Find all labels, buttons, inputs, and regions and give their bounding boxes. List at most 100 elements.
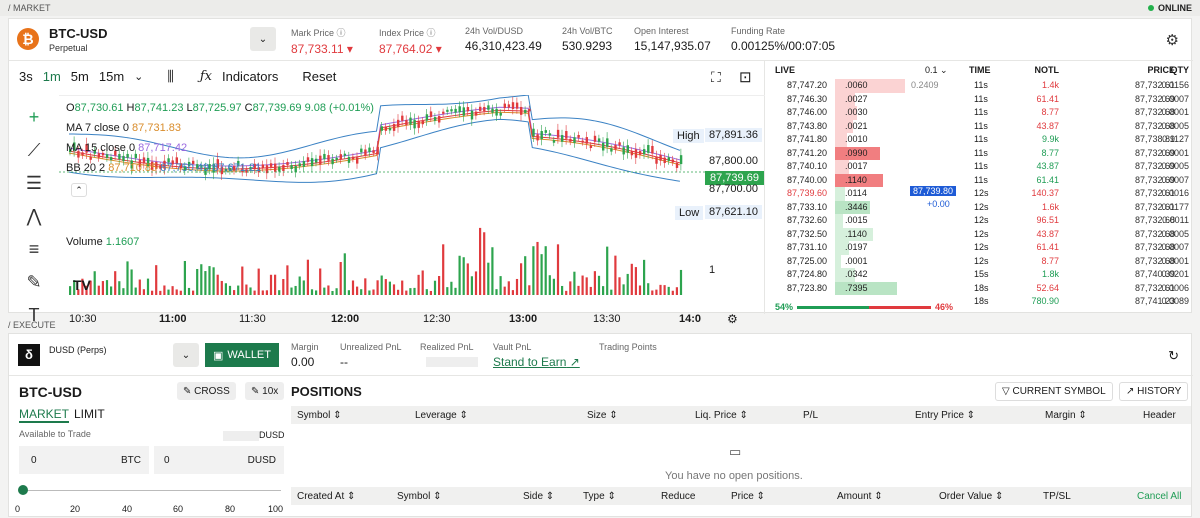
orders-col-header[interactable]: Type ⇕ <box>583 491 616 502</box>
ask-row[interactable]: 87,746.00 .0030 <box>775 106 961 120</box>
indicators-fx-icon[interactable]: ƒx <box>200 69 212 84</box>
orders-col-header[interactable]: TP/SL <box>1043 491 1071 502</box>
reset-button[interactable]: Reset <box>302 69 336 84</box>
quantity-btc-input[interactable]: 0 BTC <box>19 446 149 474</box>
collapse-legend-button[interactable]: ⌃ <box>71 183 87 197</box>
history-button[interactable]: ↗ HISTORY <box>1119 382 1189 401</box>
candle-body <box>351 156 355 160</box>
positions-col-header[interactable]: Margin ⇕ <box>1045 410 1087 421</box>
positions-col-header[interactable]: P/L <box>803 410 818 421</box>
ohlc-low: 87,725.97 <box>192 102 242 114</box>
orders-col-header[interactable]: Price ⇕ <box>731 491 765 502</box>
auto-scale-icon[interactable]: ⚙ <box>727 312 738 326</box>
positions-col-header[interactable]: Leverage ⇕ <box>415 410 468 421</box>
orders-col-header[interactable]: Reduce <box>661 491 695 502</box>
bid-row[interactable]: 87,731.10 .0197 <box>775 241 961 255</box>
wallet-label: WALLET <box>227 349 271 361</box>
ask-row[interactable]: 87,741.20 .0990 <box>775 146 961 160</box>
volume-bar <box>97 285 100 295</box>
crosshair-icon[interactable]: + <box>29 107 40 128</box>
bid-row[interactable]: 87,724.80 .0342 <box>775 268 961 282</box>
timeframe-3s[interactable]: 3s <box>19 69 33 84</box>
ask-row[interactable]: 87,743.80 .0021 <box>775 119 961 133</box>
candle-body <box>581 140 584 143</box>
pattern-icon[interactable]: ⋀ <box>27 206 42 227</box>
leverage-button[interactable]: ✎ 10x <box>245 382 285 400</box>
timeframe-1m[interactable]: 1m <box>43 69 61 84</box>
ticker-stat: Mark Price ⓘ 87,733.11 ▾ <box>291 26 353 56</box>
fib-tool-icon[interactable]: ≡ <box>29 239 40 260</box>
market-tab[interactable]: MARKET <box>19 407 70 423</box>
volume-bar <box>450 281 453 295</box>
positions-col-header[interactable]: Symbol ⇕ <box>297 410 342 421</box>
trade-row: 11s 61.41 87,732.69 0.0007 <box>969 174 1191 188</box>
volume-bar <box>298 276 301 295</box>
wallet-button[interactable]: ▣ WALLET <box>205 343 279 367</box>
ma7-value: 87,731.83 <box>132 122 181 134</box>
candle-body <box>597 138 601 142</box>
candle-body <box>401 115 404 121</box>
trade-qty: 0.0001 <box>1161 255 1189 266</box>
timeframe-5m[interactable]: 5m <box>71 69 89 84</box>
ask-row[interactable]: 87,740.10 .0017 <box>775 160 961 174</box>
timeframe-15m[interactable]: 15m <box>99 69 124 84</box>
orders-col-header[interactable]: Created At ⇕ <box>297 491 355 502</box>
timeframe-chevron-icon[interactable]: ⌄ <box>134 70 143 83</box>
time-tick: 12:00 <box>331 313 360 325</box>
limit-tab[interactable]: LIMIT <box>74 407 105 421</box>
bid-row[interactable]: 87,723.80 .7395 <box>775 281 961 295</box>
orders-col-header[interactable]: Amount ⇕ <box>837 491 883 502</box>
camera-icon[interactable]: ⊡ <box>739 68 752 86</box>
bid-row[interactable]: 87,732.60 .0015 <box>775 214 961 228</box>
orders-col-header[interactable]: Symbol ⇕ <box>397 491 442 502</box>
bid-row[interactable]: 87,732.50 .1140 <box>775 227 961 241</box>
current-symbol-button[interactable]: ▽ CURRENT SYMBOL <box>995 382 1113 401</box>
bid-price: 87,724.80 <box>787 269 828 279</box>
trade-qty: 0.0001 <box>1161 107 1189 117</box>
ask-row[interactable]: 87,746.30 .0027 <box>775 92 961 106</box>
candle-body <box>118 154 121 160</box>
pair-selector[interactable]: BTC-USD Perpetual <box>49 26 108 53</box>
ask-row[interactable]: 87,741.80 .0010 <box>775 133 961 147</box>
size-slider-handle[interactable] <box>18 485 28 495</box>
settings-gear-icon[interactable]: ⚙ <box>1166 31 1179 49</box>
slider-label: 40 <box>122 504 133 514</box>
candle-body <box>294 166 297 173</box>
size-slider-track[interactable] <box>23 490 281 491</box>
fullscreen-icon[interactable]: ⛶ <box>711 69 721 86</box>
indicators-button[interactable]: Indicators <box>222 69 278 84</box>
trade-notional: 8.77 <box>1041 255 1059 266</box>
tick-size-select[interactable]: 0.1 ⌄ <box>925 65 948 76</box>
pair-dropdown-button[interactable]: ⌄ <box>250 27 276 51</box>
ask-size: .0010 <box>845 134 868 144</box>
candle-body <box>569 138 572 142</box>
candle-body <box>606 138 609 147</box>
orders-col-header[interactable]: Order Value ⇕ <box>939 491 1003 502</box>
token-dropdown-button[interactable]: ⌄ <box>173 343 199 367</box>
cancel-all-button[interactable]: Cancel All <box>1137 491 1181 502</box>
volume-bar <box>520 263 523 295</box>
volume-bar <box>634 267 637 295</box>
stand-to-earn-link[interactable]: Stand to Earn ↗ <box>493 355 580 369</box>
positions-col-header[interactable]: Size ⇕ <box>587 410 618 421</box>
cross-button[interactable]: ✎ CROSS <box>177 382 236 400</box>
brush-icon[interactable]: ✎ <box>26 272 41 293</box>
ask-row[interactable]: 87,747.20 .0060 0.2409 <box>775 79 961 93</box>
candle-type-icon[interactable]: ⫼ <box>167 68 173 85</box>
ask-row[interactable]: 87,740.00 .1140 <box>775 173 961 187</box>
candle-body <box>622 147 625 155</box>
positions-col-header[interactable]: Liq. Price ⇕ <box>695 410 748 421</box>
candle-body <box>552 140 556 143</box>
positions-col-header[interactable]: Header <box>1143 410 1176 421</box>
candle-body <box>679 155 683 165</box>
candle-body <box>278 166 281 172</box>
volume-bar <box>302 280 305 295</box>
quantity-dusd-input[interactable]: 0 DUSD <box>154 446 284 474</box>
bid-row[interactable]: 87,725.00 .0001 <box>775 254 961 268</box>
positions-col-header[interactable]: Entry Price ⇕ <box>915 410 975 421</box>
volume-bar <box>528 285 531 295</box>
trendline-icon[interactable]: ⟋ <box>28 140 41 161</box>
horizontal-lines-icon[interactable]: ☰ <box>26 173 42 194</box>
orders-col-header[interactable]: Side ⇕ <box>523 491 554 502</box>
refresh-icon[interactable]: ↻ <box>1168 348 1179 364</box>
